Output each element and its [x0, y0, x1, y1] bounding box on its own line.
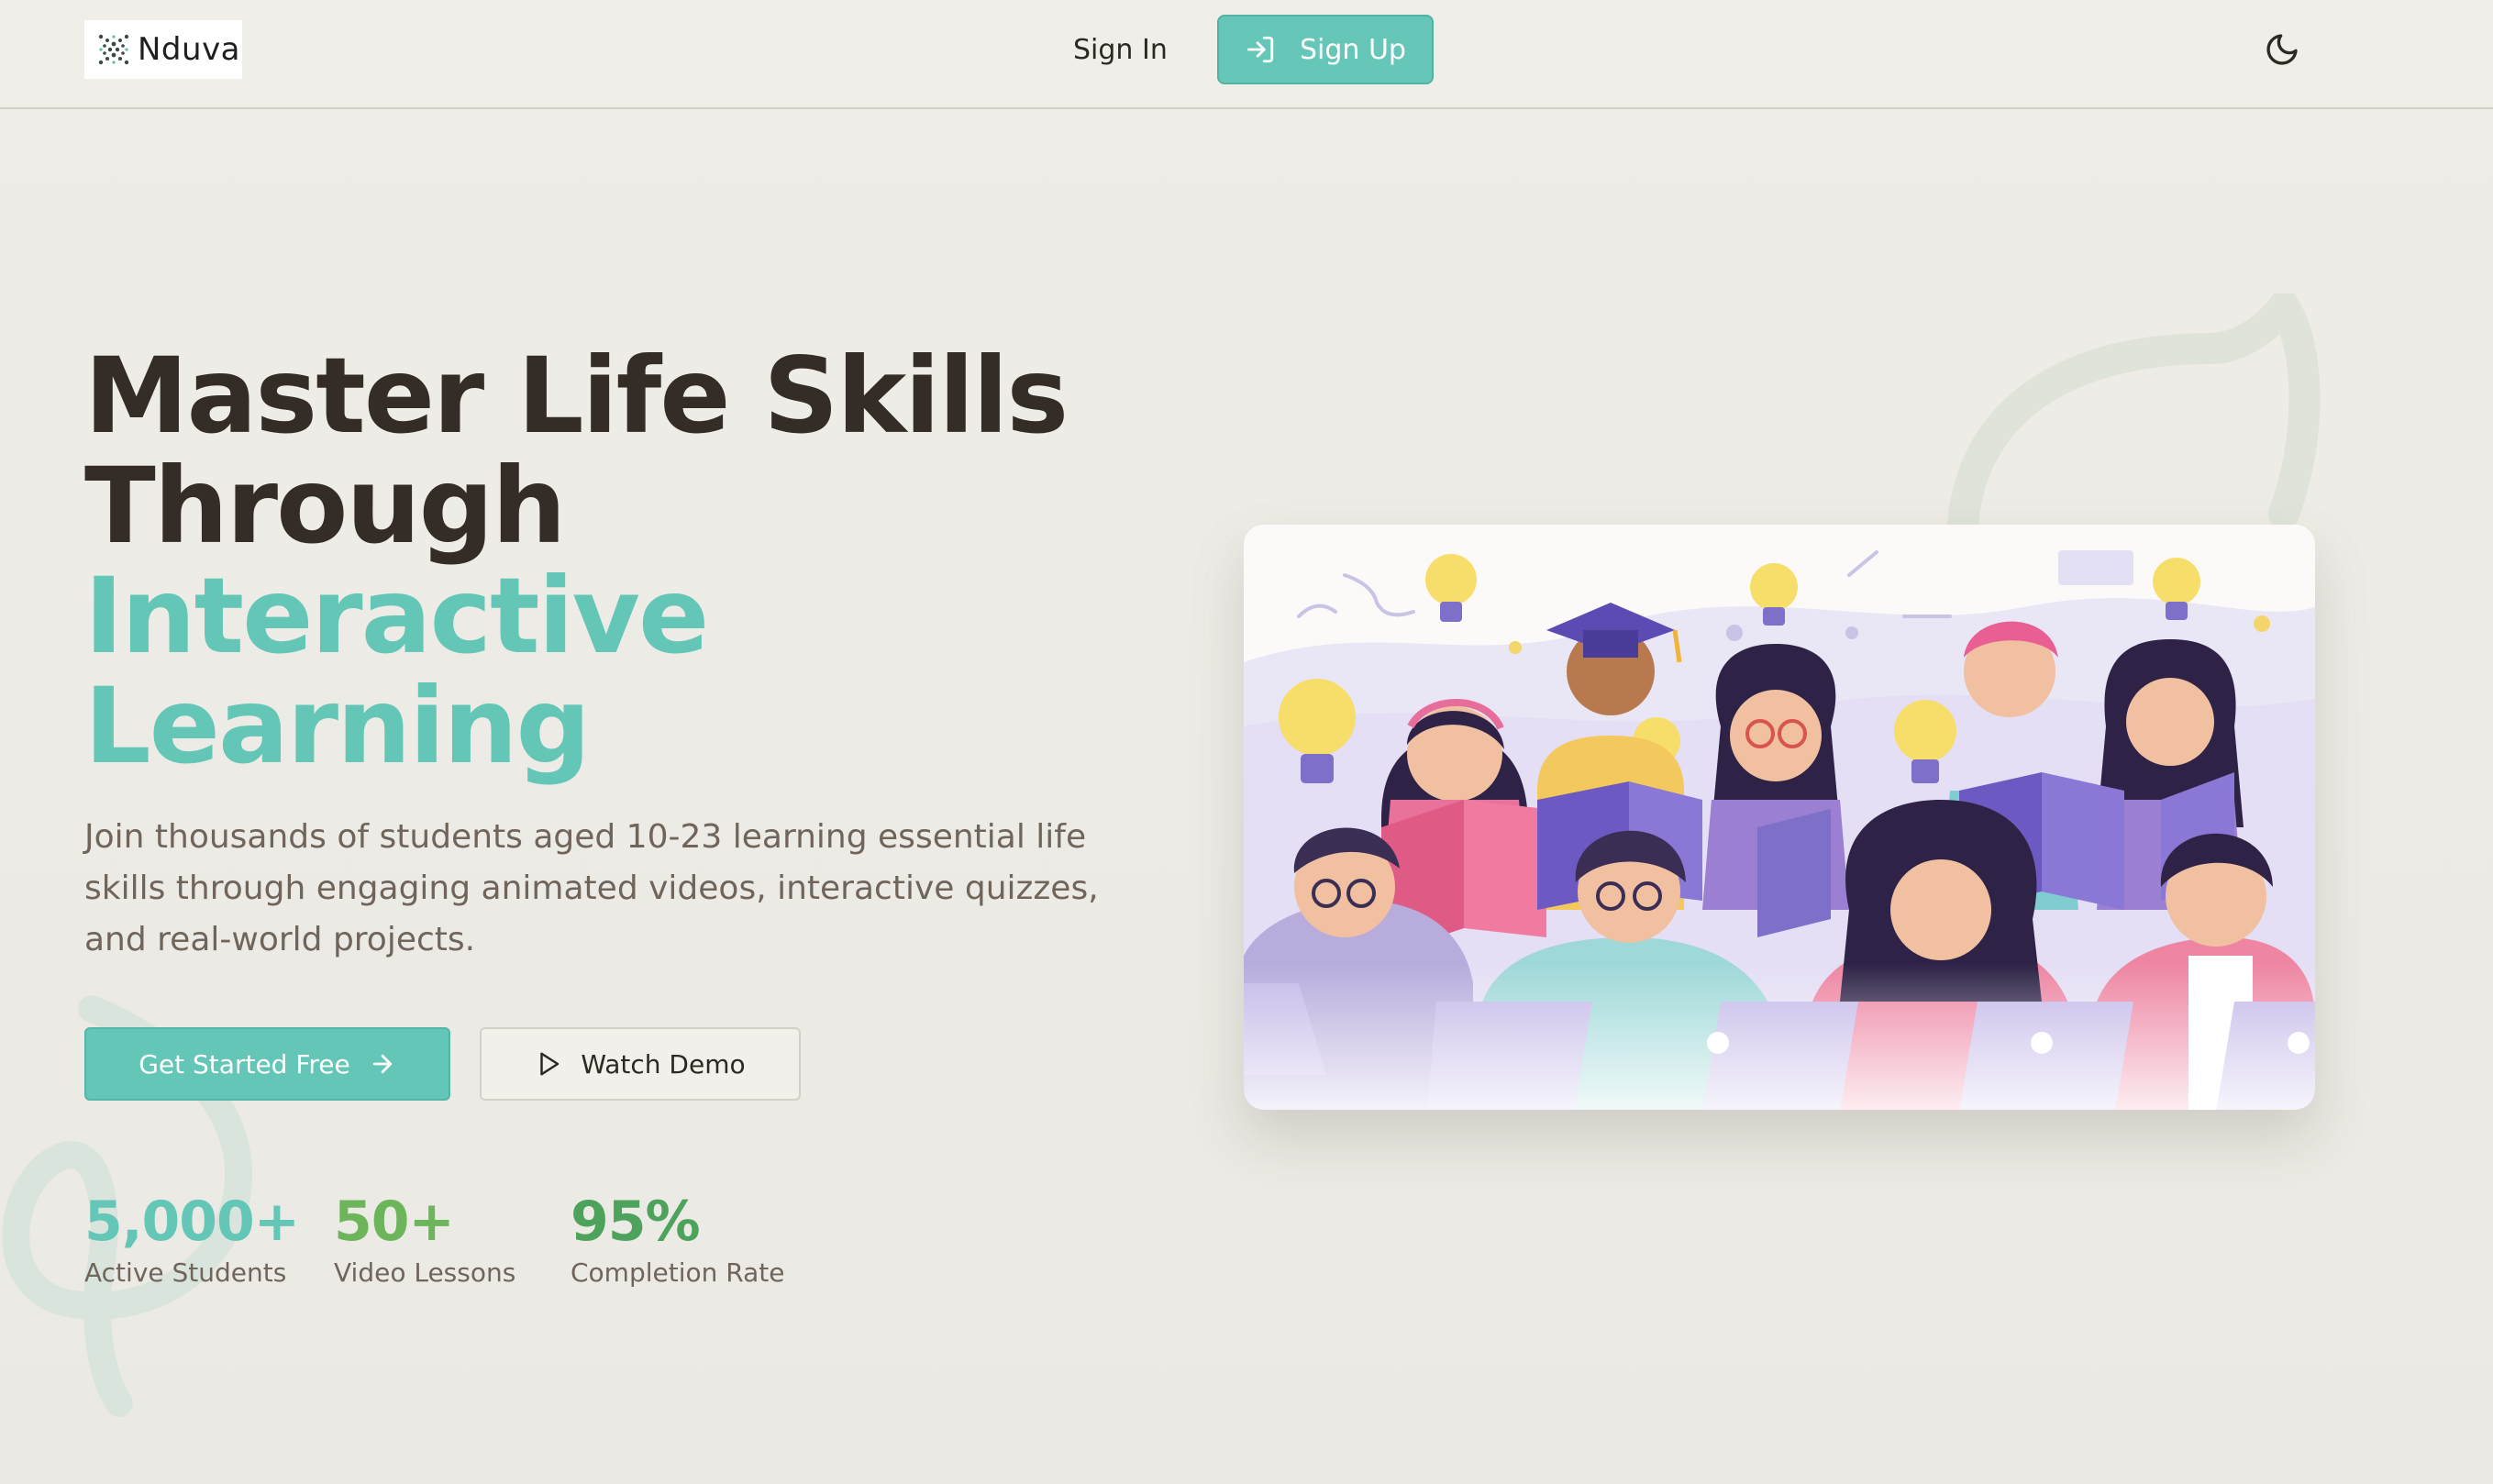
watch-demo-button[interactable]: Watch Demo: [480, 1027, 801, 1101]
get-started-label: Get Started Free: [138, 1048, 350, 1080]
stat-value: 50+: [334, 1190, 455, 1254]
headline-line-3: Interactive: [84, 555, 709, 677]
stat-active-students: 5,000+ Active Students: [84, 1185, 300, 1291]
stat-label: Active Students: [84, 1257, 287, 1288]
stat-value: 5,000+: [84, 1190, 300, 1254]
logo-text: Nduva: [138, 31, 241, 68]
landing-page: Nduva Sign In Sign Up Master Life Skills…: [0, 0, 2493, 1484]
hero-headline: Master Life Skills Through Interactive L…: [84, 341, 1185, 781]
headline-line-2: Through: [84, 445, 566, 567]
get-started-button[interactable]: Get Started Free: [84, 1027, 450, 1101]
stat-value: 95%: [571, 1190, 701, 1254]
sign-in-arrow-icon: [1246, 36, 1274, 63]
logo-mark-icon: [98, 34, 129, 65]
headline-line-1: Master Life Skills: [84, 335, 1069, 457]
stat-video-lessons: 50+ Video Lessons: [334, 1185, 515, 1291]
stat-label: Video Lessons: [334, 1257, 516, 1288]
moon-icon[interactable]: [2264, 31, 2300, 68]
students-learning-illustration: [1244, 525, 2315, 1110]
logo[interactable]: Nduva: [84, 20, 242, 79]
sign-in-button[interactable]: Sign In: [1073, 28, 1168, 73]
stat-completion-rate: 95% Completion Rate: [571, 1185, 784, 1291]
hero-subtitle: Join thousands of students aged 10-23 le…: [84, 818, 1099, 958]
sign-up-label: Sign Up: [1300, 33, 1406, 66]
stat-label: Completion Rate: [571, 1257, 785, 1288]
top-nav: Nduva Sign In Sign Up: [0, 0, 2493, 109]
watch-demo-label: Watch Demo: [581, 1048, 746, 1080]
play-icon: [540, 1052, 560, 1076]
arrow-right-icon: [372, 1054, 392, 1074]
hero-illustration: [1244, 525, 2315, 1110]
sign-up-button[interactable]: Sign Up: [1217, 15, 1434, 84]
headline-line-4: Learning: [84, 665, 591, 787]
